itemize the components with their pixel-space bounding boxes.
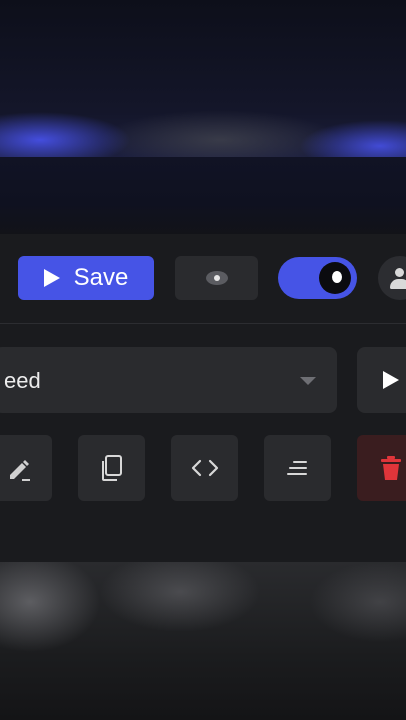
pencil-icon (9, 460, 30, 481)
code-button[interactable] (171, 435, 238, 501)
play-icon (383, 371, 399, 389)
mode-select-value: eed (4, 368, 41, 393)
user-icon-body (390, 279, 406, 289)
code-icon (191, 459, 218, 477)
align-lines-icon (286, 461, 307, 475)
eye-icon (205, 271, 228, 285)
trash-icon (380, 456, 401, 480)
copy-button[interactable] (78, 435, 145, 501)
delete-button[interactable] (357, 435, 406, 501)
background-bottom-blur (0, 562, 406, 720)
copy-icon (101, 455, 122, 481)
run-button[interactable] (357, 347, 406, 413)
toggle-knob (319, 262, 351, 294)
save-button[interactable]: Save (18, 256, 154, 300)
chevron-down-icon (300, 377, 316, 385)
background-top-blur (0, 0, 406, 160)
mode-select[interactable]: eed (0, 347, 337, 413)
play-icon (43, 269, 60, 287)
format-button[interactable] (264, 435, 331, 501)
edit-button[interactable] (0, 435, 52, 501)
toggle-switch[interactable] (278, 257, 357, 299)
save-button-label: Save (73, 264, 129, 291)
background-band (0, 157, 406, 235)
panel-divider (0, 323, 406, 324)
user-icon (395, 268, 404, 277)
preview-button[interactable] (175, 256, 258, 300)
